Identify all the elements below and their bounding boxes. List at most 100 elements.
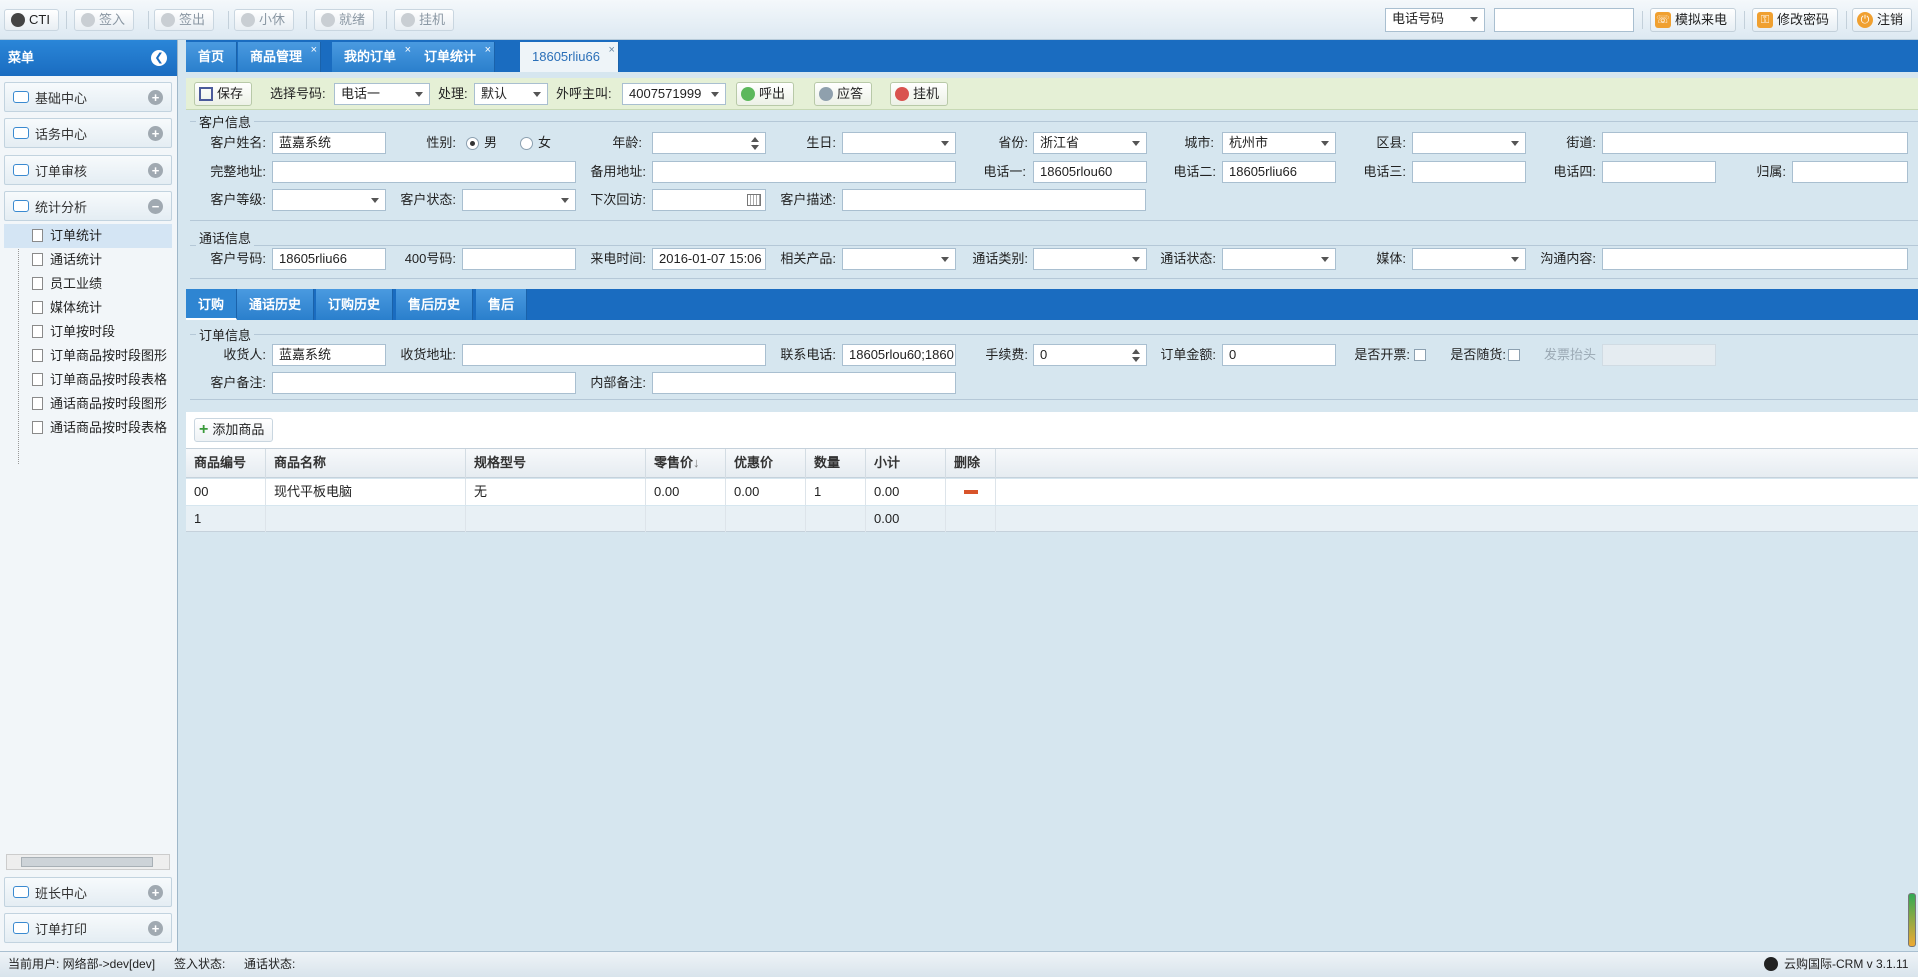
- tab-aftersales[interactable]: 售后: [476, 289, 528, 320]
- tab-home[interactable]: 首页: [186, 42, 238, 72]
- address-input[interactable]: [272, 161, 576, 183]
- collapse-minus-icon[interactable]: −: [148, 199, 163, 214]
- close-icon[interactable]: ×: [311, 35, 317, 65]
- tab-call-history[interactable]: 通话历史: [237, 289, 315, 320]
- sidebar-horizontal-scrollbar[interactable]: [6, 854, 170, 870]
- tab-purchase[interactable]: 订购: [186, 289, 238, 320]
- sign-out-button[interactable]: 签出: [154, 9, 215, 31]
- call-type-select[interactable]: [1033, 248, 1147, 270]
- collapse-left-icon[interactable]: ❮: [151, 50, 167, 66]
- handle-select[interactable]: 默认: [474, 83, 548, 105]
- tree-item-order-by-period[interactable]: 订单按时段: [4, 320, 172, 344]
- hangup-top-button[interactable]: 挂机: [394, 9, 455, 31]
- call-out-button[interactable]: 呼出: [736, 82, 795, 106]
- expand-plus-icon[interactable]: +: [148, 163, 163, 178]
- tab-customer-call[interactable]: 18605rliu66 ×: [520, 42, 619, 72]
- age-stepper[interactable]: [652, 132, 766, 154]
- tree-item-call-product-table[interactable]: 通话商品按时段表格: [4, 416, 172, 440]
- birthday-select[interactable]: [842, 132, 956, 154]
- city-select[interactable]: 杭州市: [1222, 132, 1336, 154]
- tab-aftersales-history[interactable]: 售后历史: [396, 289, 474, 320]
- call-number-input[interactable]: 18605rliu66: [272, 248, 386, 270]
- gender-female-radio[interactable]: [520, 137, 533, 150]
- customer-desc-input[interactable]: [842, 189, 1146, 211]
- calendar-icon[interactable]: [747, 194, 761, 206]
- tree-item-order-product-table[interactable]: 订单商品按时段表格: [4, 368, 172, 392]
- expand-plus-icon[interactable]: +: [148, 126, 163, 141]
- sidebar-section-team-lead[interactable]: 班长中心 +: [4, 877, 172, 907]
- call-content-input[interactable]: [1602, 248, 1908, 270]
- hangup-button[interactable]: 挂机: [890, 82, 949, 106]
- sidebar-section-basic[interactable]: 基础中心 +: [4, 82, 172, 112]
- tab-order-stats[interactable]: 订单统计 ×: [412, 42, 496, 72]
- select-number-select[interactable]: 电话一: [334, 83, 430, 105]
- phone-type-select[interactable]: 电话号码: [1385, 8, 1485, 32]
- owner-input[interactable]: [1792, 161, 1908, 183]
- col-quantity[interactable]: 数量: [806, 449, 866, 479]
- invoice-title-input[interactable]: [1602, 344, 1716, 366]
- col-product-name[interactable]: 商品名称: [266, 449, 466, 479]
- tree-item-call-product-chart[interactable]: 通话商品按时段图形: [4, 392, 172, 416]
- table-row[interactable]: 00 现代平板电脑 无 0.00 0.00 1 0.00: [186, 479, 1918, 505]
- province-select[interactable]: 浙江省: [1033, 132, 1147, 154]
- rest-button[interactable]: 小休: [234, 9, 295, 31]
- sidebar-section-order-print[interactable]: 订单打印 +: [4, 913, 172, 943]
- sidebar-section-order-review[interactable]: 订单审核 +: [4, 155, 172, 185]
- next-visit-input[interactable]: [652, 189, 766, 211]
- phone3-input[interactable]: [1412, 161, 1526, 183]
- with-goods-checkbox[interactable]: [1508, 349, 1520, 361]
- contact-phone-input[interactable]: 18605rlou60;1860: [842, 344, 956, 366]
- answer-button[interactable]: 应答: [814, 82, 873, 106]
- col-subtotal[interactable]: 小计: [866, 449, 946, 479]
- col-spec[interactable]: 规格型号: [466, 449, 646, 479]
- tree-item-order-stats[interactable]: 订单统计: [4, 224, 172, 248]
- delete-minus-icon[interactable]: [964, 490, 978, 494]
- media-select[interactable]: [1412, 248, 1526, 270]
- gender-male-radio[interactable]: [466, 137, 479, 150]
- sidebar-section-calls[interactable]: 话务中心 +: [4, 118, 172, 148]
- expand-plus-icon[interactable]: +: [148, 885, 163, 900]
- call-time-input[interactable]: 2016-01-07 15:06: [652, 248, 766, 270]
- call-state-select[interactable]: [1222, 248, 1336, 270]
- change-password-button[interactable]: ⚿ 修改密码: [1752, 8, 1839, 32]
- inner-note-input[interactable]: [652, 372, 956, 394]
- expand-plus-icon[interactable]: +: [148, 921, 163, 936]
- add-product-button[interactable]: + 添加商品: [194, 418, 274, 442]
- phone2-input[interactable]: 18605rliu66: [1222, 161, 1336, 183]
- customer-note-input[interactable]: [272, 372, 576, 394]
- customer-status-select[interactable]: [462, 189, 576, 211]
- phone4-input[interactable]: [1602, 161, 1716, 183]
- col-discount-price[interactable]: 优惠价: [726, 449, 806, 479]
- logout-button[interactable]: ⏻ 注销: [1852, 8, 1913, 32]
- street-input[interactable]: [1602, 132, 1908, 154]
- expand-plus-icon[interactable]: +: [148, 90, 163, 105]
- sidebar-section-stats[interactable]: 统计分析 −: [4, 191, 172, 221]
- fee-stepper[interactable]: 0: [1033, 344, 1147, 366]
- outbound-select[interactable]: 4007571999: [622, 83, 726, 105]
- close-icon[interactable]: ×: [405, 35, 411, 65]
- tree-item-staff-performance[interactable]: 员工业绩: [4, 272, 172, 296]
- cti-button[interactable]: CTI: [4, 9, 59, 31]
- related-product-select[interactable]: [842, 248, 956, 270]
- close-icon[interactable]: ×: [485, 35, 491, 65]
- order-amount-input[interactable]: 0: [1222, 344, 1336, 366]
- ready-button[interactable]: 就绪: [314, 9, 375, 31]
- phone-number-input[interactable]: [1494, 8, 1634, 32]
- tab-purchase-history[interactable]: 订购历史: [316, 289, 394, 320]
- district-select[interactable]: [1412, 132, 1526, 154]
- col-retail-price[interactable]: 零售价↓: [646, 449, 726, 479]
- phone1-input[interactable]: 18605rlou60: [1033, 161, 1147, 183]
- alt-address-input[interactable]: [652, 161, 956, 183]
- tree-item-media-stats[interactable]: 媒体统计: [4, 296, 172, 320]
- customer-level-select[interactable]: [272, 189, 386, 211]
- simulate-call-button[interactable]: ☏ 模拟来电: [1650, 8, 1737, 32]
- receiver-input[interactable]: 蓝嘉系统: [272, 344, 386, 366]
- customer-name-input[interactable]: 蓝嘉系统: [272, 132, 386, 154]
- col-delete[interactable]: 删除: [946, 449, 996, 479]
- scrollbar-thumb[interactable]: [21, 857, 153, 867]
- close-icon[interactable]: ×: [609, 35, 615, 65]
- col-product-code[interactable]: 商品编号: [186, 449, 266, 479]
- save-button[interactable]: 保存: [194, 82, 253, 106]
- ship-address-input[interactable]: [462, 344, 766, 366]
- tab-my-orders[interactable]: 我的订单 ×: [332, 42, 416, 72]
